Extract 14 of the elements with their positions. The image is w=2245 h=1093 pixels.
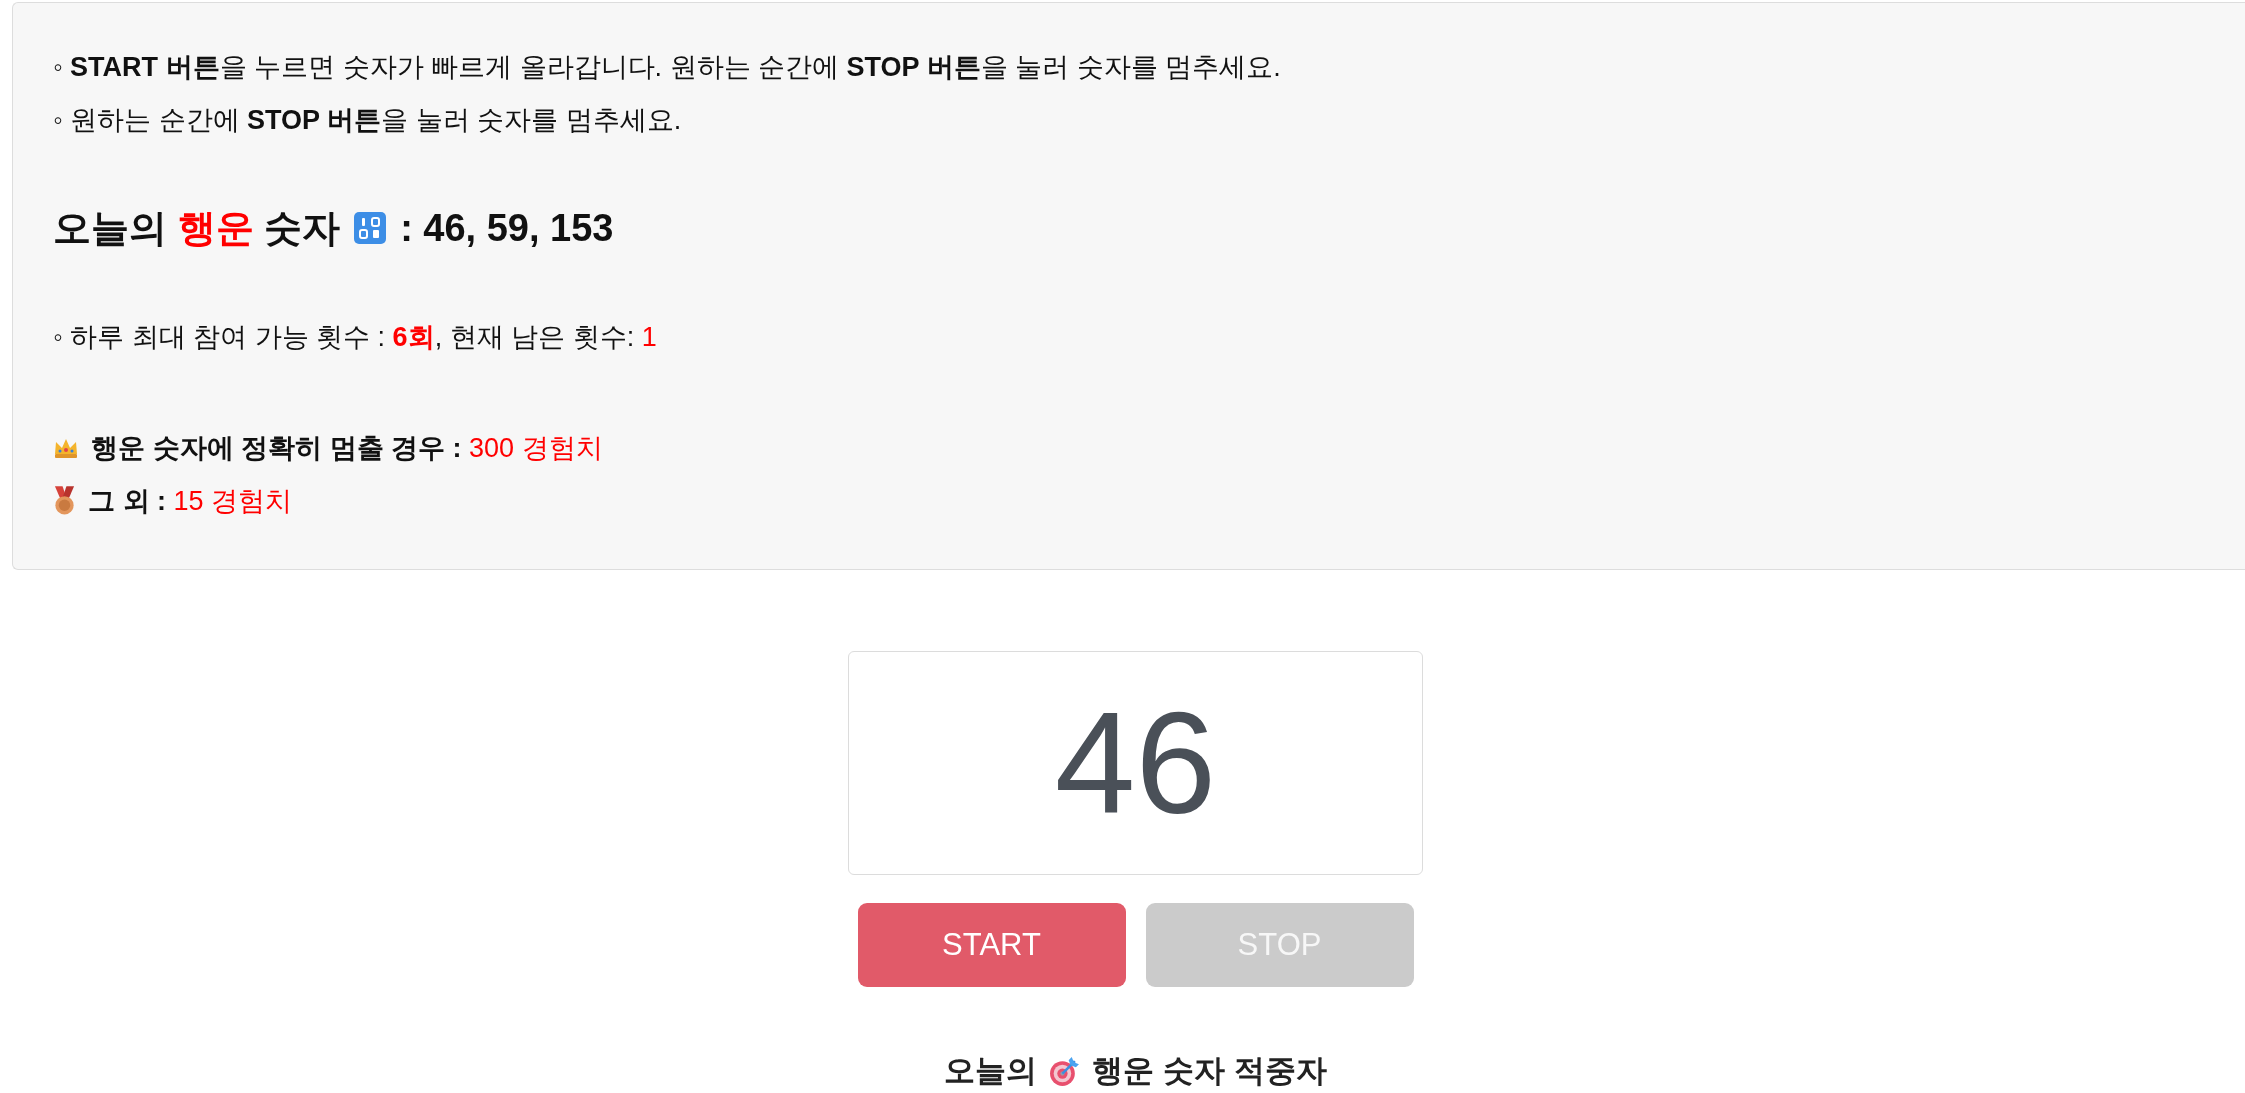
counter-display: 46	[848, 651, 1423, 875]
attempts-text: ◦ 하루 최대 참여 가능 횟수 : 6회, 현재 남은 횟수: 1	[53, 321, 658, 354]
medal-icon	[53, 486, 76, 515]
number-keypad-icon	[354, 212, 387, 244]
reward-text: 행운 숫자에 정확히 멈출 경우 : 300 경험치	[91, 431, 603, 465]
target-icon	[1049, 1055, 1081, 1087]
instruction-text: ◦ START 버튼을 누르면 숫자가 빠르게 올라갑니다. 원하는 순간에 STOP 버튼을 눌러 숫자를 멈추세요.	[53, 51, 1282, 84]
reward-text: 그 외 : 15 경험치	[88, 484, 293, 518]
winners-heading-text: 오늘의	[944, 1052, 1038, 1090]
lucky-numbers-text: : 46, 59, 153	[400, 206, 614, 250]
start-button[interactable]: START	[857, 903, 1126, 987]
winners-heading-text: 행운 숫자 적중자	[1092, 1052, 1327, 1090]
instruction-text: ◦ 원하는 순간에 STOP 버튼을 눌러 숫자를 멈추세요.	[53, 104, 683, 137]
lucky-number-title: 오늘의 행운 숫자	[53, 205, 341, 251]
